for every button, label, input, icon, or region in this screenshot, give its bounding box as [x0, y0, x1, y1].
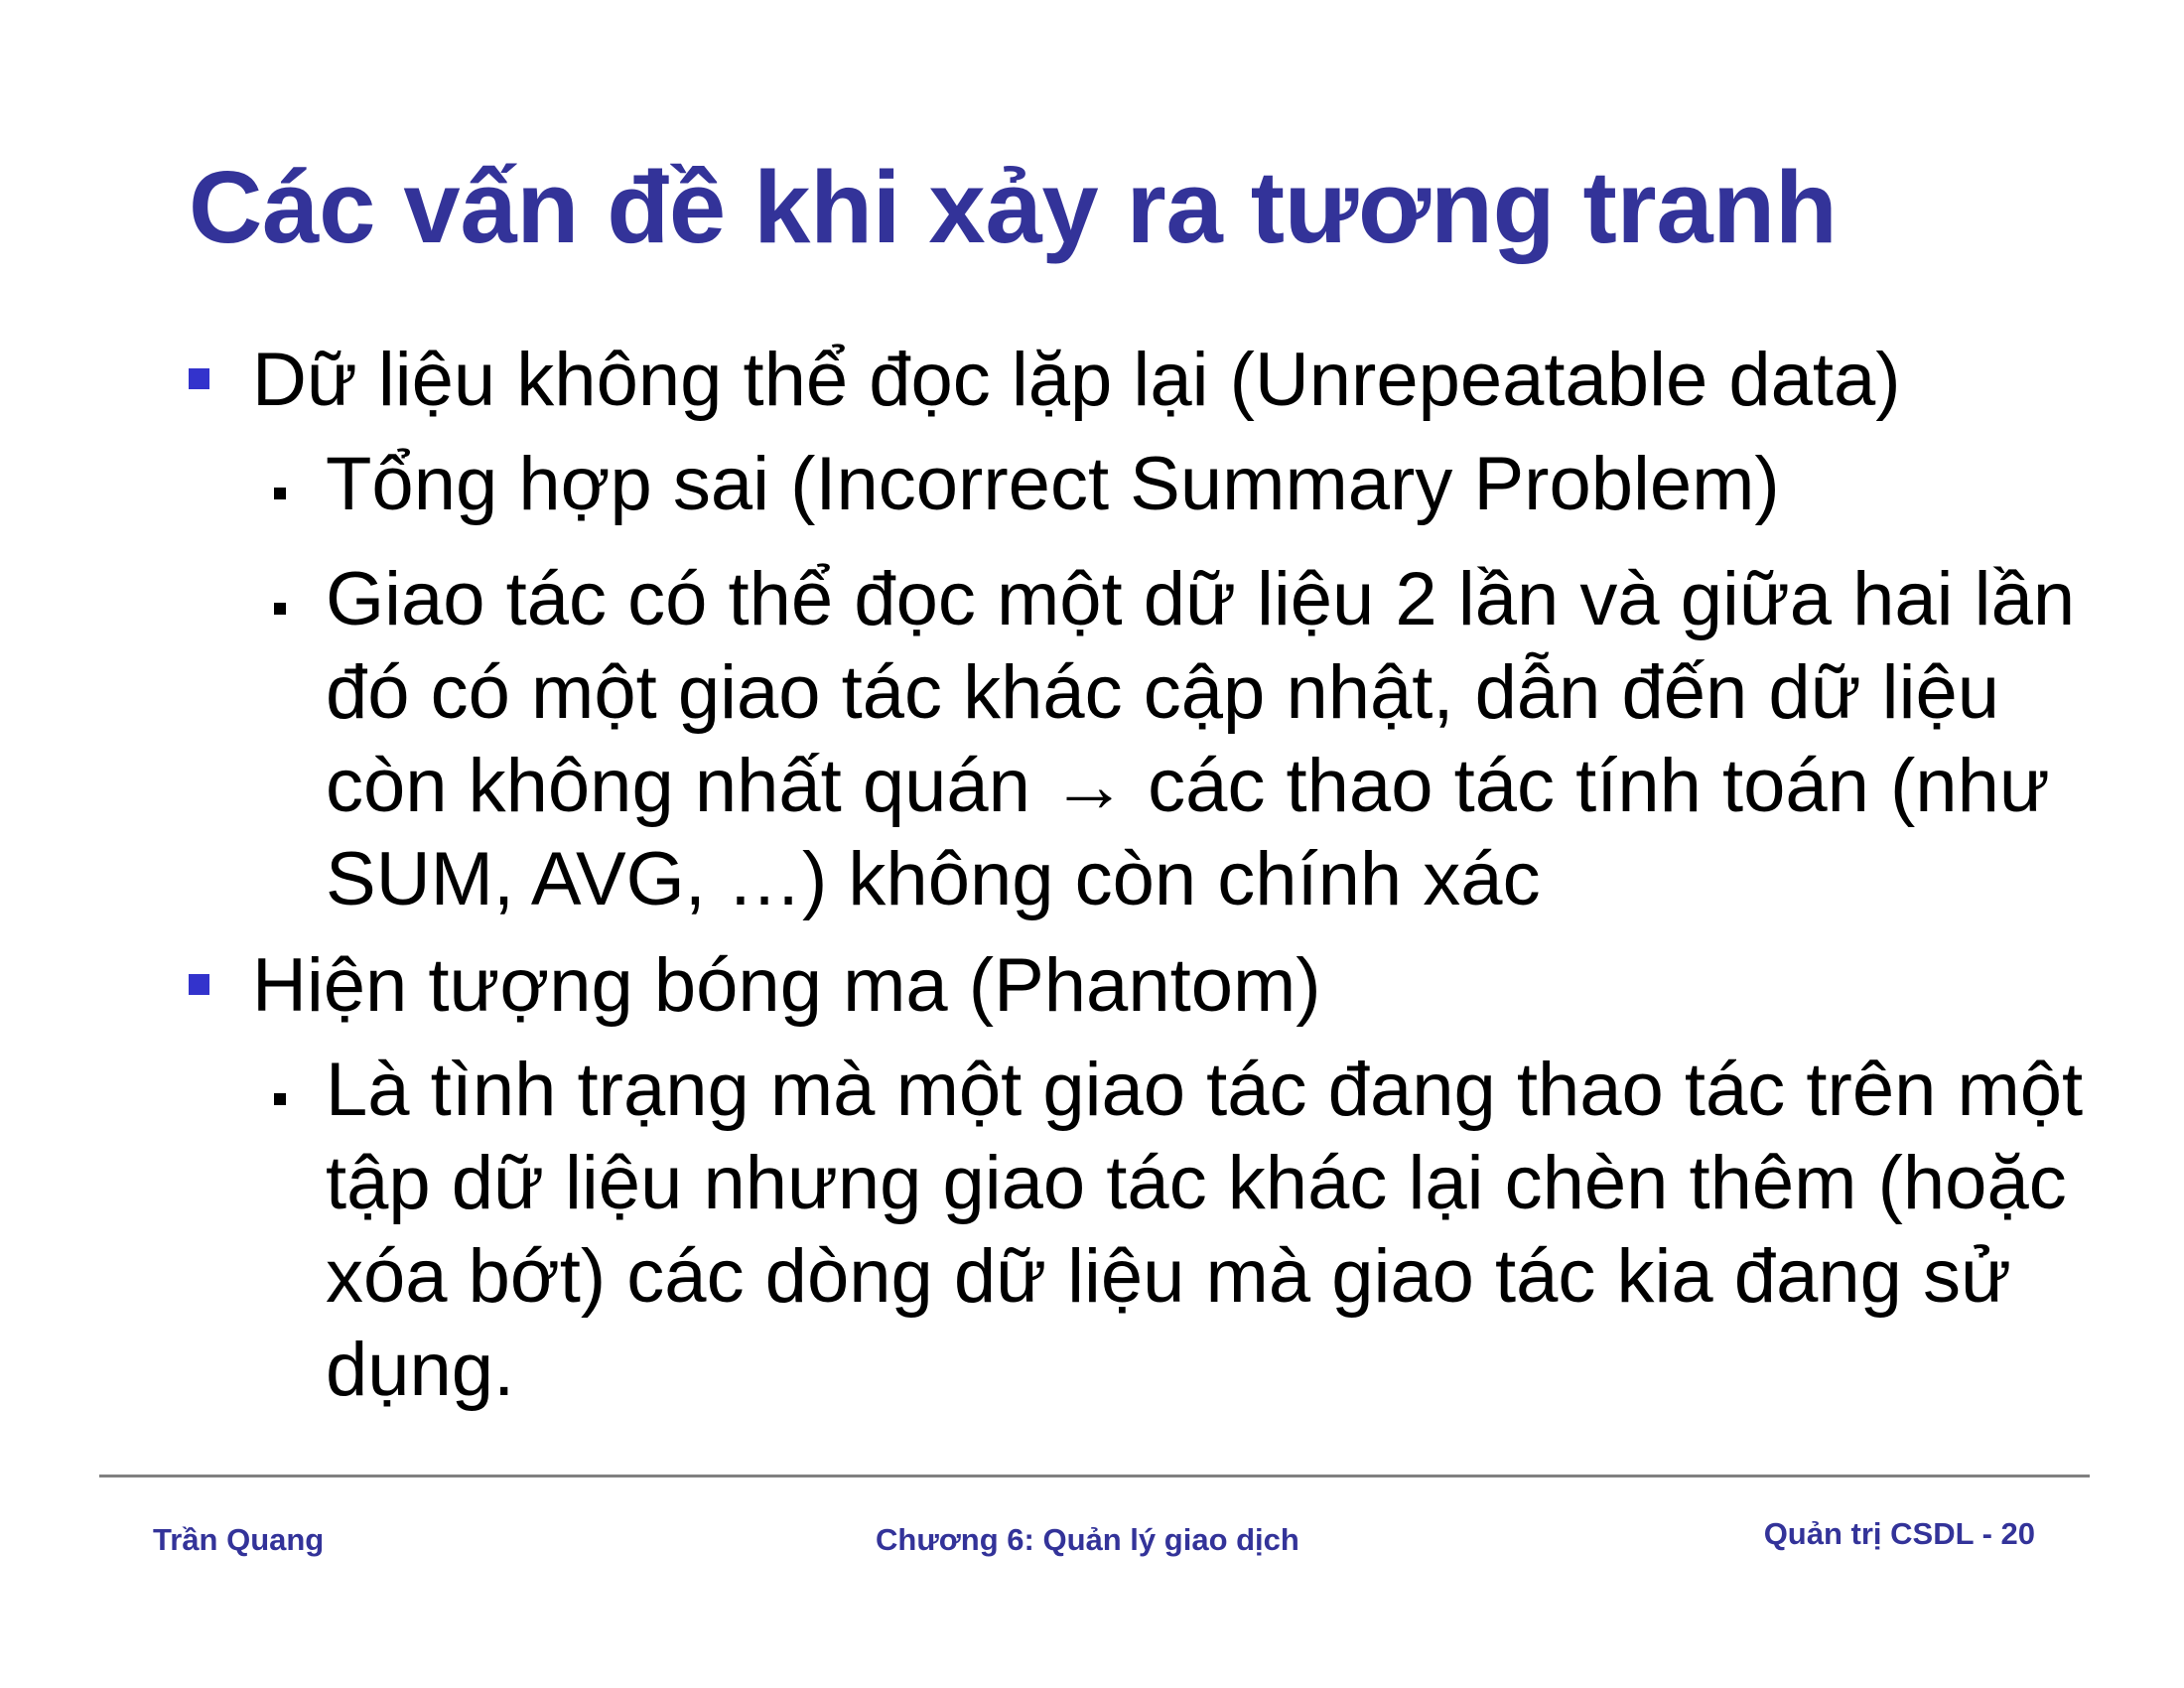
subbullet-text: Tổng hợp sai (Incorrect Summary Problem): [326, 442, 1780, 526]
footer-author: Trần Quang: [153, 1522, 325, 1557]
small-square-bullet-icon: [274, 1093, 286, 1105]
bullet-text: Hiện tượng bóng ma (Phantom): [252, 943, 1321, 1028]
footer-divider: [99, 1475, 2090, 1477]
footer-chapter: Chương 6: Quản lý giao dịch: [876, 1522, 1299, 1557]
square-bullet-icon: [189, 368, 209, 389]
small-square-bullet-icon: [274, 603, 286, 615]
subbullet-incorrect-summary: Tổng hợp sai (Incorrect Summary Problem): [274, 438, 2132, 531]
slide-title: Các vấn đề khi xảy ra tương tranh: [189, 150, 1838, 264]
bullet-phantom: Hiện tượng bóng ma (Phantom): [189, 928, 2075, 1044]
slide-content: Dữ liệu không thể đọc lặp lại (Unrepeata…: [189, 323, 2083, 1417]
bullet-unrepeatable-data: Dữ liệu không thể đọc lặp lại (Unrepeata…: [189, 323, 2075, 438]
subbullet-phantom-explanation: Là tình trạng mà một giao tác đang thao …: [274, 1044, 2132, 1417]
subbullet-text: Giao tác có thể đọc một dữ liệu 2 lần và…: [326, 557, 2076, 921]
subbullet-read-twice-explanation: Giao tác có thể đọc một dữ liệu 2 lần và…: [274, 553, 2132, 926]
footer-page-number: Quản trị CSDL - 20: [1763, 1516, 2035, 1551]
square-bullet-icon: [189, 974, 209, 995]
subbullet-text: Là tình trạng mà một giao tác đang thao …: [326, 1048, 2084, 1412]
small-square-bullet-icon: [274, 488, 286, 499]
bullet-text: Dữ liệu không thể đọc lặp lại (Unrepeata…: [252, 338, 1901, 422]
